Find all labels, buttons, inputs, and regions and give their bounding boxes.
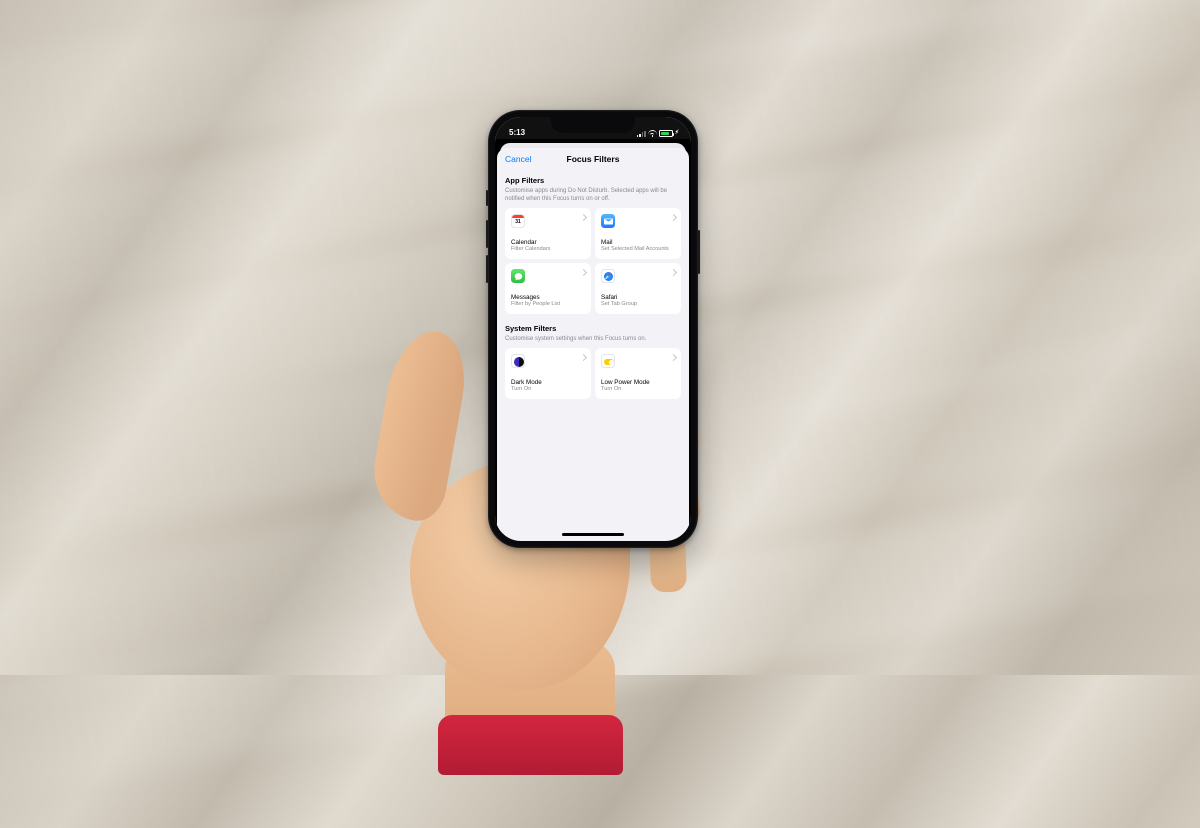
card-subtitle: Filter Calendars	[511, 246, 585, 253]
cellular-signal-icon	[637, 130, 646, 137]
card-title: Low Power Mode	[601, 379, 675, 386]
filter-card-dark-mode[interactable]: Dark Mode Turn On	[505, 348, 591, 399]
dark-mode-icon	[511, 354, 525, 368]
mail-app-icon	[601, 214, 615, 228]
filter-card-low-power-mode[interactable]: Low Power Mode Turn On	[595, 348, 681, 399]
battery-icon	[659, 130, 673, 137]
chevron-right-icon	[580, 269, 587, 276]
card-title: Calendar	[511, 239, 585, 246]
sheet-navbar: Cancel Focus Filters	[497, 148, 689, 170]
sheet-title: Focus Filters	[567, 154, 620, 164]
card-title: Mail	[601, 239, 675, 246]
chevron-right-icon	[670, 214, 677, 221]
card-title: Safari	[601, 294, 675, 301]
card-title: Dark Mode	[511, 379, 585, 386]
filter-card-mail[interactable]: Mail Set Selected Mail Accounts	[595, 208, 681, 259]
filter-card-messages[interactable]: Messages Filter by People List	[505, 263, 591, 314]
low-power-mode-icon	[601, 354, 615, 368]
card-title: Messages	[511, 294, 585, 301]
chevron-right-icon	[580, 214, 587, 221]
section-subtitle: Customise apps during Do Not Disturb. Se…	[505, 187, 681, 203]
safari-app-icon	[601, 269, 615, 283]
calendar-app-icon: 31	[511, 214, 525, 228]
home-indicator[interactable]	[562, 533, 624, 536]
focus-filters-sheet: Cancel Focus Filters App Filters Customi…	[497, 148, 689, 541]
messages-app-icon	[511, 269, 525, 283]
chevron-right-icon	[670, 354, 677, 361]
cancel-button[interactable]: Cancel	[505, 154, 531, 164]
phone-screen: 5:13 ⚡︎ Cancel Focus Filters App Filters…	[495, 117, 691, 541]
status-time: 5:13	[509, 128, 525, 137]
filter-card-calendar[interactable]: 31 Calendar Filter Calendars	[505, 208, 591, 259]
chevron-right-icon	[580, 354, 587, 361]
status-indicators: ⚡︎	[637, 130, 679, 137]
section-title: System Filters	[505, 324, 681, 333]
card-subtitle: Filter by People List	[511, 301, 585, 308]
chevron-right-icon	[670, 269, 677, 276]
filter-card-safari[interactable]: Safari Set Tab Group	[595, 263, 681, 314]
card-subtitle: Set Selected Mail Accounts	[601, 246, 675, 253]
section-subtitle: Customise system settings when this Focu…	[505, 335, 681, 343]
card-subtitle: Set Tab Group	[601, 301, 675, 308]
notch	[551, 117, 635, 133]
card-subtitle: Turn On	[511, 386, 585, 393]
charging-icon: ⚡︎	[675, 131, 679, 136]
iphone-device-frame: 5:13 ⚡︎ Cancel Focus Filters App Filters…	[488, 110, 698, 548]
wifi-icon	[648, 130, 657, 137]
section-title: App Filters	[505, 176, 681, 185]
section-app-filters: App Filters Customise apps during Do Not…	[497, 170, 689, 314]
card-subtitle: Turn On	[601, 386, 675, 393]
section-system-filters: System Filters Customise system settings…	[497, 314, 689, 399]
